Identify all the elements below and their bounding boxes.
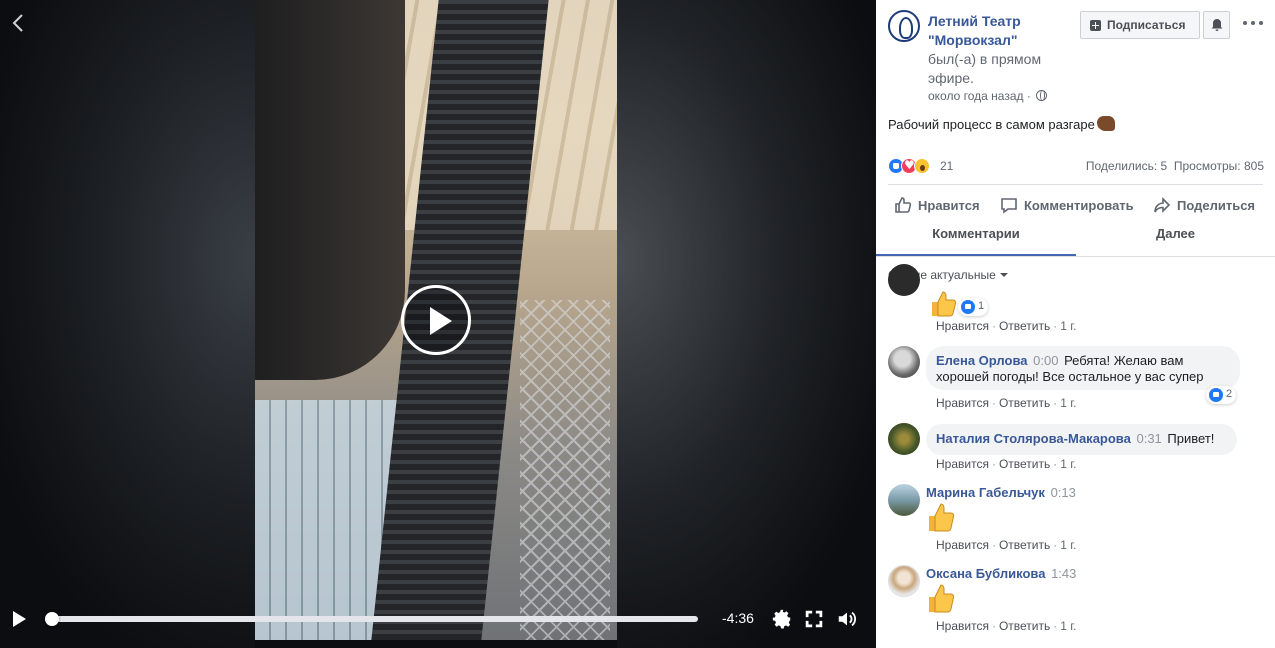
big-play-button[interactable]	[401, 285, 471, 355]
time-remaining: -4:36	[722, 610, 754, 626]
share-view-stats: Поделились: 5 Просмотры: 805	[1085, 159, 1264, 173]
facebook-video-viewer: -4:36 Летний Театр "Морвокзал" был(-а) в…	[0, 0, 1275, 648]
comment-like-link[interactable]: Нравится	[936, 538, 989, 552]
comment-text-continued: хорошей погоды! Все остальное у вас супе…	[936, 369, 1204, 384]
comment-actions: Нравится · Ответить · 1 г.	[936, 396, 1077, 410]
settings-gear-icon[interactable]	[771, 608, 793, 630]
notifications-bell-button[interactable]	[1203, 11, 1230, 39]
thumbs-up-icon	[895, 197, 912, 213]
comment-age[interactable]: 1 г.	[1060, 457, 1076, 471]
more-options-icon[interactable]	[1242, 14, 1264, 32]
commenter-avatar[interactable]	[888, 484, 920, 516]
play-button[interactable]	[10, 609, 28, 629]
volume-icon[interactable]	[836, 608, 858, 630]
comment-label: Комментировать	[1024, 198, 1134, 213]
caret-down-icon	[999, 273, 1008, 277]
live-status-text: был(-а) в прямом эфире.	[928, 51, 1042, 86]
comment-age[interactable]: 1 г.	[1060, 619, 1076, 633]
comment-header: Оксана Бубликова 1:43	[926, 566, 1078, 581]
subscribe-button[interactable]: Подписаться	[1080, 11, 1200, 39]
share-button[interactable]: Поделиться	[1153, 196, 1268, 216]
progress-bar[interactable]	[45, 612, 698, 626]
comment-age[interactable]: 1 г.	[1060, 538, 1076, 552]
commenter-name[interactable]: Оксана Бубликова	[926, 566, 1045, 581]
comment-reply-link[interactable]: Ответить	[999, 319, 1050, 333]
video-blur-left	[0, 0, 255, 648]
commenter-name[interactable]: Елена Орлова	[936, 353, 1028, 368]
comment-video-timestamp[interactable]: 0:00	[1033, 353, 1058, 368]
comment-actions: Нравится · Ответить · 1 г.	[936, 457, 1077, 471]
post-panel: Летний Театр "Морвокзал" был(-а) в прямо…	[876, 0, 1275, 648]
comment-like-link[interactable]: Нравится	[936, 396, 989, 410]
progress-handle[interactable]	[45, 612, 59, 626]
subscribe-label: Подписаться	[1107, 18, 1186, 32]
thumbs-up-sticker-icon	[929, 584, 955, 613]
tab-more[interactable]: Далее	[1076, 224, 1275, 256]
divider	[876, 256, 1275, 257]
post-text-body: Рабочий процесс в самом разгаре	[888, 117, 1095, 132]
comment-video-timestamp[interactable]: 0:31	[1136, 431, 1161, 446]
comment-bubble: Елена Орлова 0:00 Ребята! Желаю вам хоро…	[926, 346, 1240, 390]
comment-reply-link[interactable]: Ответить	[999, 396, 1050, 410]
comment-actions: Нравится · Ответить · 1 г.	[936, 619, 1077, 633]
video-scene-truss	[520, 300, 610, 640]
comment-age[interactable]: 1 г.	[1060, 319, 1076, 333]
comment-bubble: Наталия Столярова-Макарова 0:31 Привет!	[926, 424, 1237, 455]
share-label: Поделиться	[1177, 198, 1256, 213]
comment-reaction-count[interactable]: 1	[958, 298, 989, 316]
share-arrow-icon	[1154, 197, 1171, 213]
comment-video-timestamp[interactable]: 0:13	[1051, 485, 1076, 500]
video-player[interactable]: -4:36	[0, 0, 876, 648]
fullscreen-icon[interactable]	[803, 608, 825, 630]
reaction-count[interactable]: 21	[940, 159, 953, 173]
plus-icon	[1090, 20, 1101, 31]
comment-actions: Нравится · Ответить · 1 г.	[936, 538, 1077, 552]
post-timestamp[interactable]: около года назад ·	[928, 89, 1048, 103]
divider	[888, 184, 1263, 185]
comment-header: Марина Габельчук 0:13	[926, 485, 1078, 500]
tab-comments[interactable]: Комментарии	[876, 224, 1076, 256]
video-blur-right	[617, 0, 876, 648]
commenter-avatar[interactable]	[888, 423, 920, 455]
comment-reaction-count[interactable]: 2	[1206, 386, 1237, 404]
comment-reply-link[interactable]: Ответить	[999, 619, 1050, 633]
like-label: Нравится	[918, 198, 980, 213]
thumbs-up-sticker-icon	[932, 291, 957, 317]
commenter-avatar[interactable]	[888, 346, 920, 378]
commenter-avatar[interactable]	[888, 264, 920, 296]
back-arrow-icon[interactable]	[8, 12, 30, 34]
page-avatar[interactable]	[888, 10, 920, 42]
like-reaction-icon	[961, 300, 975, 314]
comment-button[interactable]: Комментировать	[1000, 196, 1140, 216]
reaction-number: 2	[1226, 388, 1233, 400]
comment-actions: Нравится · Ответить · 1 г.	[936, 319, 1077, 333]
post-time-text: около года назад ·	[928, 89, 1031, 103]
thumbs-up-sticker-icon	[929, 503, 955, 532]
comment-reply-link[interactable]: Ответить	[999, 538, 1050, 552]
post-text: Рабочий процесс в самом разгаре	[888, 116, 1115, 132]
comment-like-link[interactable]: Нравится	[936, 319, 989, 333]
video-scene-tarp	[255, 0, 405, 380]
commenter-name[interactable]: Наталия Столярова-Макарова	[936, 431, 1131, 446]
like-button[interactable]: Нравится	[894, 196, 994, 216]
comment-age[interactable]: 1 г.	[1060, 396, 1076, 410]
video-controls: -4:36	[0, 598, 876, 640]
comment-icon	[1001, 198, 1017, 214]
flexed-biceps-emoji-icon	[1096, 116, 1115, 131]
page-name-link[interactable]: Летний Театр "Морвокзал"	[928, 12, 1048, 50]
commenter-avatar[interactable]	[888, 565, 920, 597]
comment-text: Ребята! Желаю вам	[1064, 353, 1184, 368]
like-reaction-icon	[1209, 388, 1223, 402]
commenter-name[interactable]: Марина Габельчук	[926, 485, 1045, 500]
globe-icon	[1036, 90, 1048, 101]
wow-reaction-icon	[914, 158, 930, 174]
comment-like-link[interactable]: Нравится	[936, 457, 989, 471]
comment-text: Привет!	[1167, 431, 1215, 446]
bell-icon	[1211, 19, 1223, 31]
comment-video-timestamp[interactable]: 1:43	[1051, 566, 1076, 581]
comment-like-link[interactable]: Нравится	[936, 619, 989, 633]
reaction-number: 1	[978, 300, 985, 312]
comment-reply-link[interactable]: Ответить	[999, 457, 1050, 471]
